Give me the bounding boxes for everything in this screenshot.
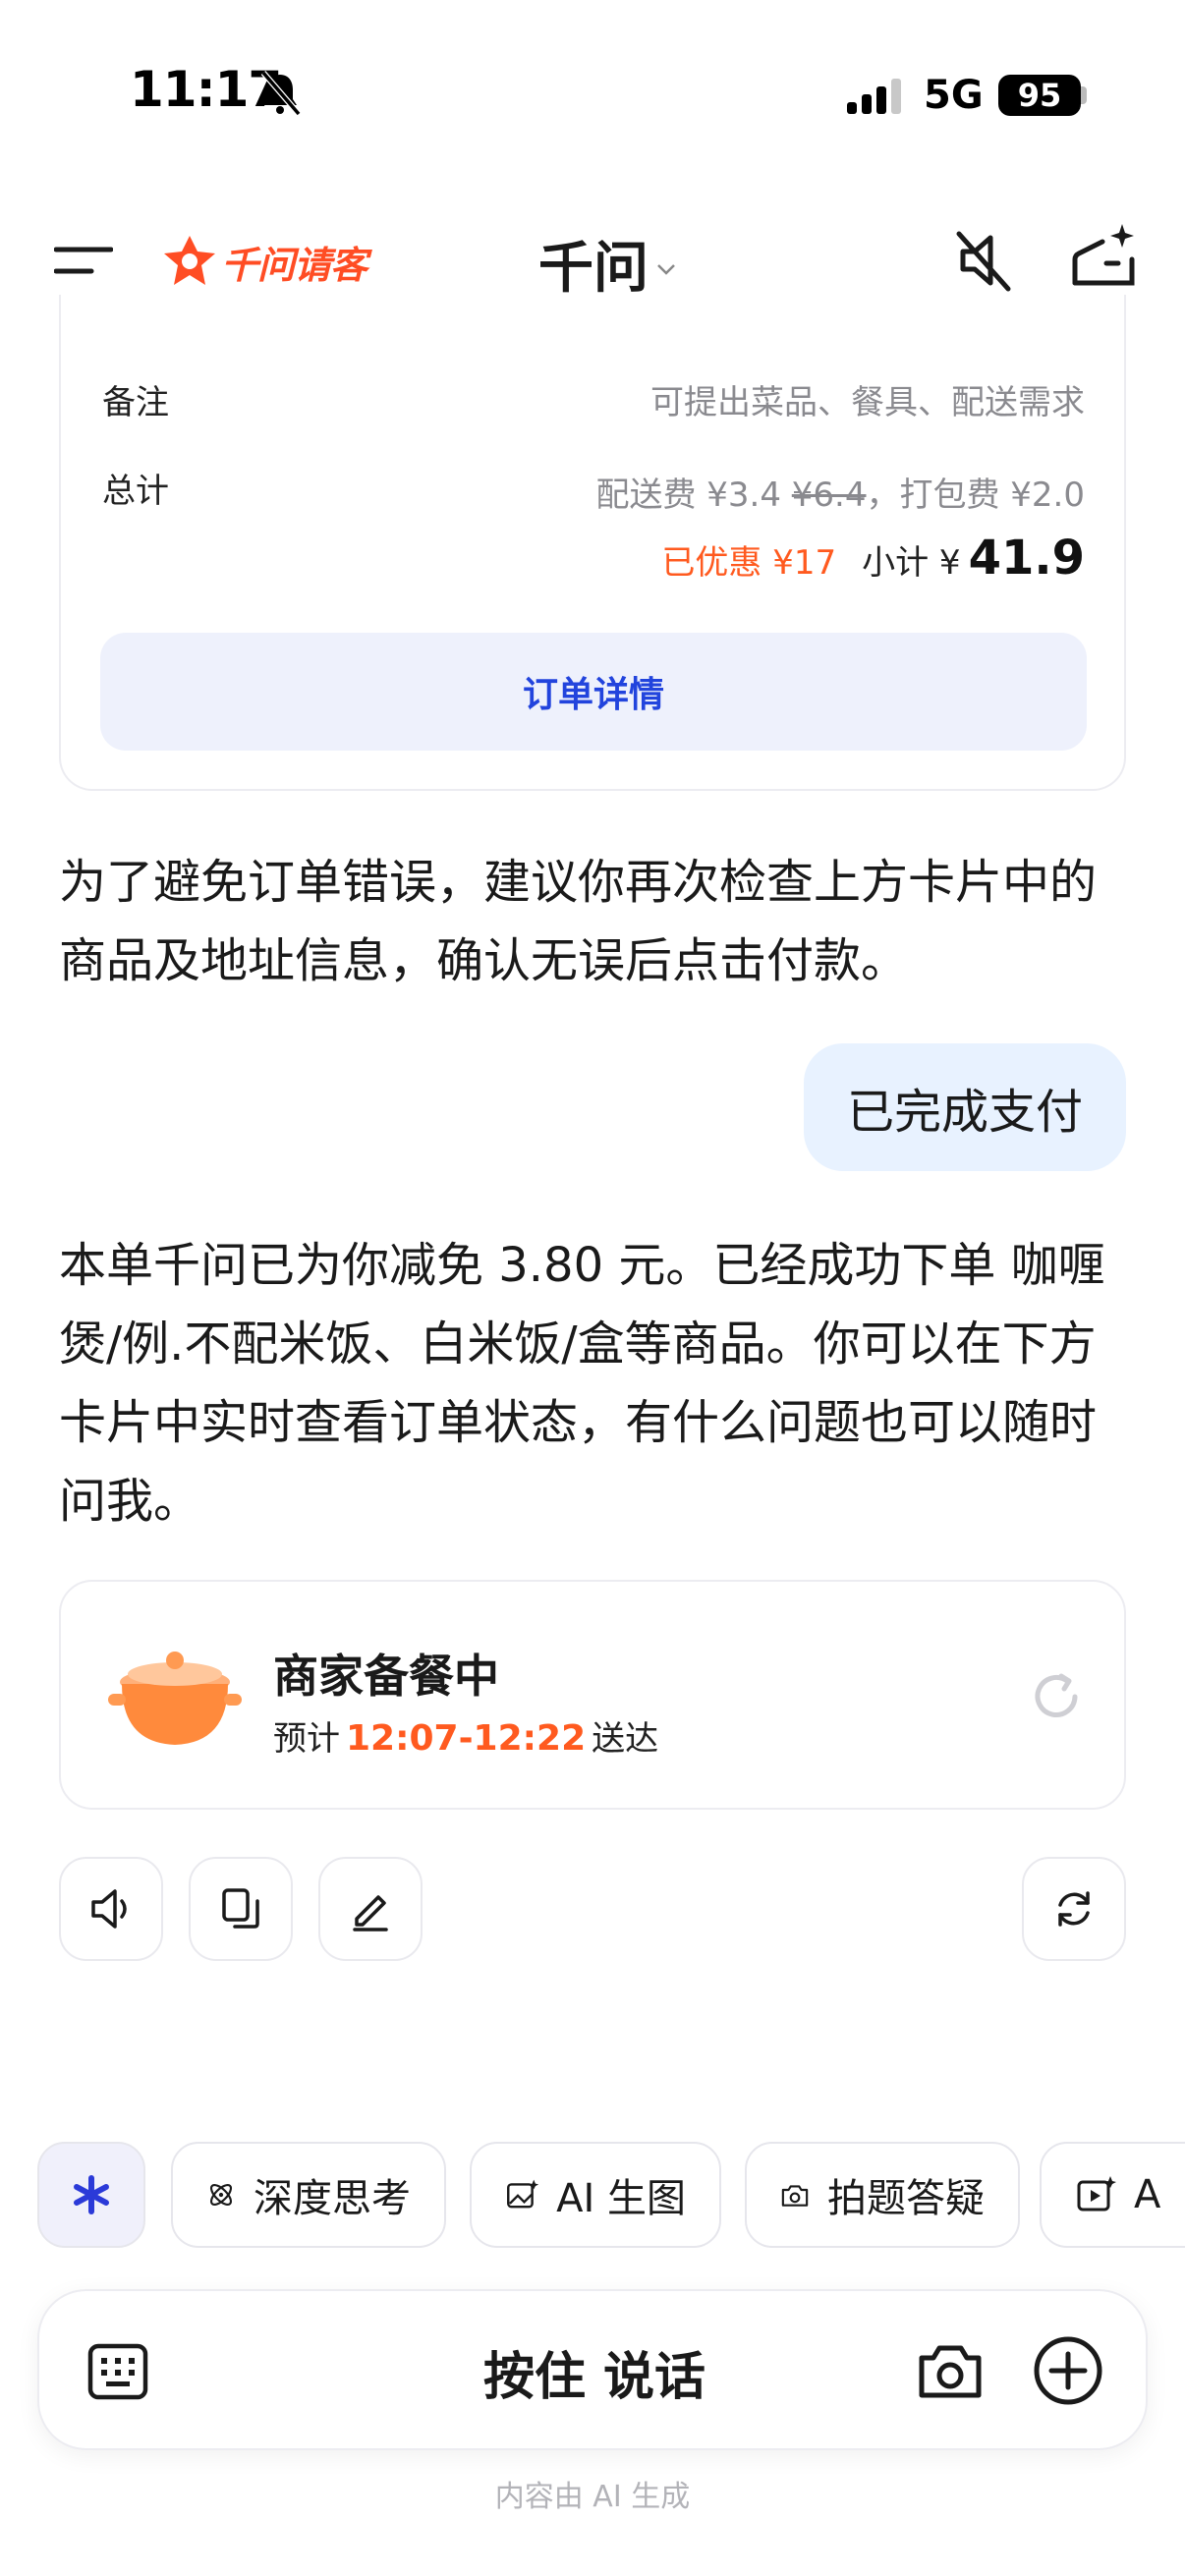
subtotal-amount: 41.9 xyxy=(968,531,1085,586)
chip-ai-image[interactable]: AI 生图 xyxy=(470,2142,721,2248)
order-detail-button[interactable]: 订单详情 xyxy=(100,633,1087,751)
chip-label: 拍题答疑 xyxy=(827,2176,985,2221)
chip-label: 深度思考 xyxy=(254,2176,411,2221)
loading-icon xyxy=(1035,1673,1078,1717)
refresh-icon xyxy=(1058,1891,1090,1927)
speaker-icon xyxy=(91,1889,127,1929)
assistant-star-chip[interactable] xyxy=(37,2142,145,2248)
new-chat-sparkle-icon[interactable] xyxy=(1067,220,1140,293)
regenerate-button[interactable] xyxy=(1022,1857,1126,1961)
fees-suffix: ，打包费 ¥2.0 xyxy=(866,476,1085,515)
pencil-icon xyxy=(353,1895,388,1932)
logo-mark-icon xyxy=(164,236,215,285)
order-status-card[interactable]: 商家备餐中 预计 12:07-12:22 送达 xyxy=(59,1580,1126,1810)
cooking-pot-icon xyxy=(108,1652,242,1745)
input-bar: 按住 说话 xyxy=(37,2289,1148,2450)
asterisk-icon xyxy=(74,2175,109,2214)
status-title: 商家备餐中 xyxy=(273,1650,499,1703)
subtotal-line: 已优惠 ¥17 小计 ¥ 41.9 xyxy=(661,531,1085,586)
model-selector[interactable]: 千问 xyxy=(538,224,678,304)
remark-label: 备注 xyxy=(102,383,169,422)
discount-text: 已优惠 ¥17 xyxy=(661,543,837,583)
logo-text: 千问请客 xyxy=(221,243,367,287)
chip-deep-thinking[interactable]: 深度思考 xyxy=(171,2142,446,2248)
camera-icon[interactable] xyxy=(916,2336,985,2405)
fees-line: 配送费 ¥3.4 ¥6.4，打包费 ¥2.0 xyxy=(595,468,1085,516)
page-title: 千问 xyxy=(538,237,649,301)
atom-icon xyxy=(209,2183,233,2207)
total-label: 总计 xyxy=(102,472,169,511)
assistant-message: 为了避免订单错误，建议你再次检查上方卡片中的商品及地址信息，确认无误后点击付款。 xyxy=(59,855,1098,988)
chip-label: A xyxy=(1134,2172,1161,2217)
speaker-mute-icon[interactable] xyxy=(949,226,1018,295)
chip-photo-question[interactable]: 拍题答疑 xyxy=(745,2142,1020,2248)
plus-circle-icon[interactable] xyxy=(1032,2334,1104,2407)
network-type: 5G xyxy=(924,73,984,118)
bell-muted-icon xyxy=(260,71,302,116)
chip-ai-video[interactable]: A xyxy=(1040,2142,1185,2248)
eta-suffix: 送达 xyxy=(592,1719,659,1759)
chip-label: AI 生图 xyxy=(556,2176,686,2221)
eta-line: 预计 12:07-12:22 送达 xyxy=(273,1711,658,1760)
image-sparkle-icon xyxy=(507,2179,539,2209)
menu-icon[interactable] xyxy=(54,236,113,285)
copy-button[interactable] xyxy=(189,1857,293,1961)
fees-prefix: 配送费 ¥3.4 xyxy=(595,476,792,515)
assistant-message: 本单千问已为你减免 3.80 元。已经成功下单 咖喱煲/例.不配米饭、白米饭/盒… xyxy=(59,1238,1105,1529)
qianwen-treat-logo[interactable]: 千问请客 xyxy=(162,230,367,293)
copy-icon xyxy=(222,1888,259,1929)
order-card: 备注 可提出菜品、餐具、配送需求 总计 配送费 ¥3.4 ¥6.4，打包费 ¥2… xyxy=(59,295,1126,791)
remark-field[interactable]: 可提出菜品、餐具、配送需求 xyxy=(650,375,1085,423)
edit-button[interactable] xyxy=(318,1857,423,1961)
status-bar: 11:17 5G 95 xyxy=(0,0,1185,187)
keyboard-icon[interactable] xyxy=(86,2340,149,2403)
chevron-down-icon xyxy=(657,263,675,275)
subtotal-label: 小计 ¥ xyxy=(862,543,961,583)
ai-generated-note: 内容由 AI 生成 xyxy=(494,2480,691,2514)
quick-chips: 深度思考 AI 生图 拍题答疑 A xyxy=(37,2142,1185,2252)
camera-question-icon xyxy=(781,2185,809,2207)
fees-original-price: ¥6.4 xyxy=(791,476,867,515)
eta-prefix: 预计 xyxy=(273,1719,340,1759)
battery-tip xyxy=(1081,86,1087,104)
user-message: 已完成支付 xyxy=(803,1043,1126,1171)
battery-level: 95 xyxy=(998,75,1081,116)
video-sparkle-icon xyxy=(1077,2176,1116,2212)
read-aloud-button[interactable] xyxy=(59,1857,163,1961)
eta-time: 12:07-12:22 xyxy=(346,1718,587,1759)
signal-icon xyxy=(847,79,901,114)
